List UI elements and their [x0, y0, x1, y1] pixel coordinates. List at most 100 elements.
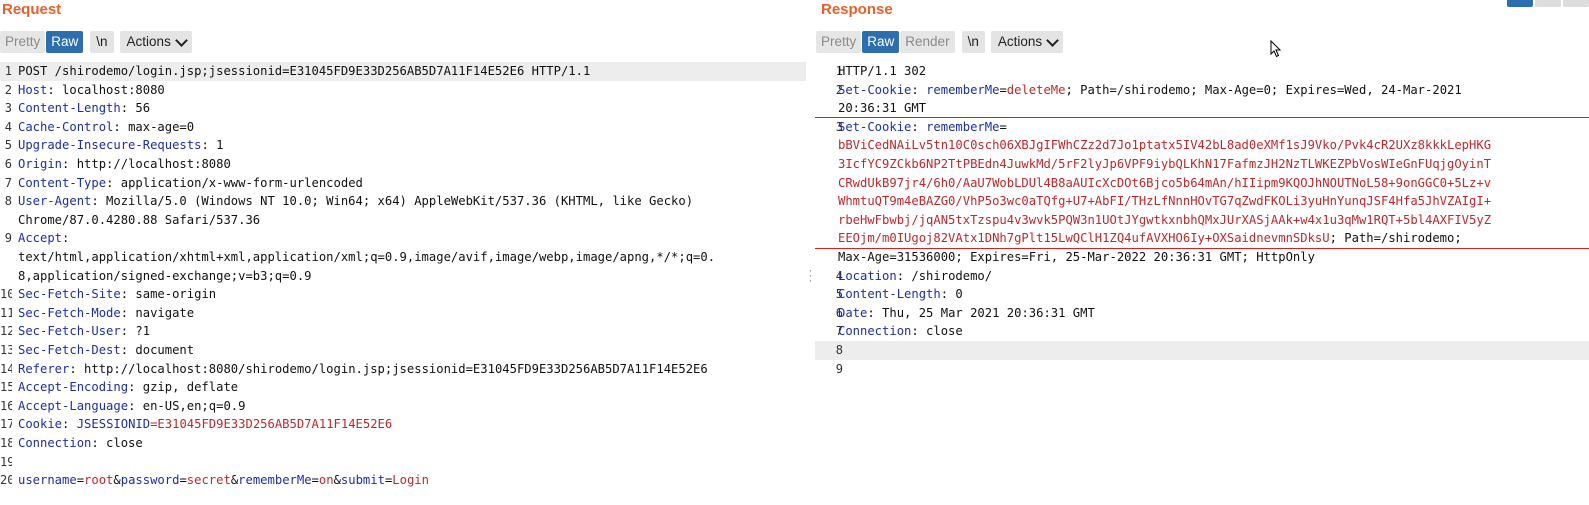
code-text: User-Agent: Mozilla/5.0 (Windows NT 10.0…: [18, 192, 806, 211]
code-text: Content-Type: application/x-www-form-url…: [18, 174, 806, 193]
chevron-down-icon: [174, 33, 188, 47]
code-text: CRwdUkB97jr4/6h0/AaU7WobLDUl4B8aAUIcXcDO…: [838, 174, 1589, 193]
line-number: 9: [835, 361, 843, 376]
code-text: POST /shirodemo/login.jsp;jsessionid=E31…: [18, 62, 806, 81]
code-line: WhmtuQT9m4eBAZG0/VhP5o3wc0aTQfg+U7+AbFI/…: [815, 192, 1589, 211]
code-token: : application/x-www-form-urlencoded: [106, 175, 363, 190]
code-token: 3IcfYC9ZCkb6NP2TtPBEdn4JuwkMd/5rF2lyJp6V…: [838, 157, 1492, 171]
code-token: Login: [392, 473, 429, 488]
code-line: 17 Cookie: JSESSIONID=E31045FD9E33D256AB5…: [0, 415, 806, 434]
code-line: 11 Sec-Fetch-Mode: navigate: [0, 304, 806, 323]
code-text: 3IcfYC9ZCkb6NP2TtPBEdn4JuwkMd/5rF2lyJp6V…: [838, 155, 1589, 174]
code-token: =: [311, 473, 319, 488]
code-text: Accept-Language: en-US,en;q=0.9: [18, 397, 806, 416]
line-number: 13: [0, 343, 12, 357]
code-line: Max-Age=31536000; Expires=Fri, 25-Mar-20…: [815, 248, 1589, 267]
code-text: Accept:: [18, 229, 806, 248]
code-token: : /shirodemo/: [896, 268, 993, 283]
response-pretty-tab[interactable]: Pretty: [816, 31, 862, 53]
code-line: 5 Upgrade-Insecure-Requests: 1: [0, 136, 806, 155]
code-text: Chrome/87.0.4280.88 Safari/537.36: [18, 211, 806, 230]
code-line: 12 Sec-Fetch-User: ?1: [0, 322, 806, 341]
code-token: User-Agent: [18, 194, 92, 209]
request-pretty-tab[interactable]: Pretty: [0, 31, 46, 53]
code-token: Sec-Fetch-User: [18, 324, 121, 339]
code-token: =: [999, 119, 1007, 134]
code-token: Set-Cookie: [838, 119, 912, 134]
code-line: 8,application/signed-exchange;v=b3;q=0.9: [0, 267, 806, 286]
response-raw-tab[interactable]: Raw: [862, 31, 900, 53]
code-text: Sec-Fetch-User: ?1: [18, 322, 806, 341]
code-token: password: [120, 473, 180, 488]
request-actions-label: Actions: [126, 34, 171, 49]
response-newline-toggle[interactable]: \n: [961, 31, 985, 53]
code-token: Upgrade-Insecure-Requests: [18, 138, 202, 153]
request-newline-toggle[interactable]: \n: [90, 31, 114, 53]
code-text: Connection: close: [838, 322, 1589, 341]
code-token: root: [84, 473, 114, 488]
code-token: : ?1: [120, 324, 151, 339]
code-token: =: [999, 82, 1007, 97]
line-number: 2: [4, 82, 12, 97]
code-token: : document: [120, 343, 195, 357]
code-token: ; Path=/shirodemo; Max-Age=0; Expires=We…: [1065, 82, 1462, 97]
drag-handle-icon[interactable]: · · ·: [806, 264, 815, 286]
code-token: rememberMe: [238, 473, 312, 488]
code-token: :: [911, 119, 927, 134]
code-token: rememberMe: [926, 82, 1000, 97]
code-token: Content-Length: [838, 287, 941, 302]
code-token: WhmtuQT9m4eBAZG0/VhP5o3wc0aTQfg+U7+AbFI/…: [838, 194, 1492, 209]
code-line: 19: [0, 453, 806, 472]
code-token: =E31045FD9E33D256AB5D7A11F14E52E6: [150, 417, 393, 432]
code-line: bBViCedNAiLv5tn10C0sch06XBJgIFWhCZz2d7Jo…: [815, 136, 1589, 155]
code-token: Referer: [18, 361, 70, 376]
code-token: Content-Length: [18, 101, 121, 116]
code-line: 15 Accept-Encoding: gzip, deflate: [0, 378, 806, 397]
line-number: 15: [0, 380, 12, 395]
code-token: : gzip, deflate: [128, 380, 239, 395]
code-token: Set-Cookie: [838, 82, 912, 97]
response-actions-label: Actions: [997, 34, 1043, 49]
line-number: 10: [0, 287, 12, 302]
response-editor[interactable]: 1 HTTP/1.1 302 2 Set-Cookie: rememberMe=del…: [815, 62, 1589, 505]
code-line: Chrome/87.0.4280.88 Safari/537.36: [0, 211, 806, 230]
code-line: 7 Connection: close: [815, 322, 1589, 341]
line-number: 14: [0, 361, 12, 376]
code-text: username=root&password=secret&rememberMe…: [18, 471, 806, 490]
pane-splitter[interactable]: · · ·: [806, 0, 815, 505]
response-actions-dropdown[interactable]: Actions: [990, 31, 1064, 53]
request-editor[interactable]: 1 POST /shirodemo/login.jsp;jsessionid=E3…: [0, 62, 806, 505]
code-token: &: [333, 473, 341, 488]
mouse-cursor-icon: [1270, 40, 1282, 58]
code-token: : 0: [940, 287, 963, 302]
code-line: 4 Cache-Control: max-age=0: [0, 118, 806, 137]
code-token: Connection: [838, 324, 912, 339]
code-token: on: [318, 473, 334, 488]
code-token: HTTP/1.1 302: [838, 64, 927, 78]
line-number: 11: [0, 305, 12, 320]
code-line: 2 Set-Cookie: rememberMe=deleteMe; Path=/…: [815, 81, 1589, 100]
code-token: 20:36:31 GMT: [838, 101, 927, 116]
response-render-tab[interactable]: Render: [900, 31, 955, 53]
line-number: 19: [0, 454, 12, 469]
line-number: 18: [0, 436, 12, 450]
line-number: 8: [835, 343, 843, 357]
line-number: 7: [4, 175, 12, 190]
code-line: EEOjm/m0IUgoj82VAtx1DNh7gPlt15LwQClH1ZQ4…: [815, 229, 1589, 248]
request-toolbar: Pretty Raw \n Actions: [0, 31, 193, 53]
line-number: 4: [4, 119, 12, 134]
code-text: Host: localhost:8080: [18, 81, 806, 100]
code-text: WhmtuQT9m4eBAZG0/VhP5o3wc0aTQfg+U7+AbFI/…: [838, 192, 1589, 211]
code-line: 9: [815, 360, 1589, 379]
code-token: JSESSIONID: [76, 417, 151, 432]
code-token: bBViCedNAiLv5tn10C0sch06XBJgIFWhCZz2d7Jo…: [838, 138, 1492, 153]
code-token: : localhost:8080: [47, 82, 165, 97]
code-token: Origin: [18, 157, 63, 171]
code-token: Location: [838, 268, 897, 283]
code-token: : http://localhost:8080: [62, 157, 231, 171]
request-actions-dropdown[interactable]: Actions: [119, 31, 192, 53]
code-token: : 56: [120, 101, 151, 116]
code-token: : close: [911, 324, 963, 339]
code-text: Accept-Encoding: gzip, deflate: [18, 378, 806, 397]
request-raw-tab[interactable]: Raw: [46, 31, 84, 53]
